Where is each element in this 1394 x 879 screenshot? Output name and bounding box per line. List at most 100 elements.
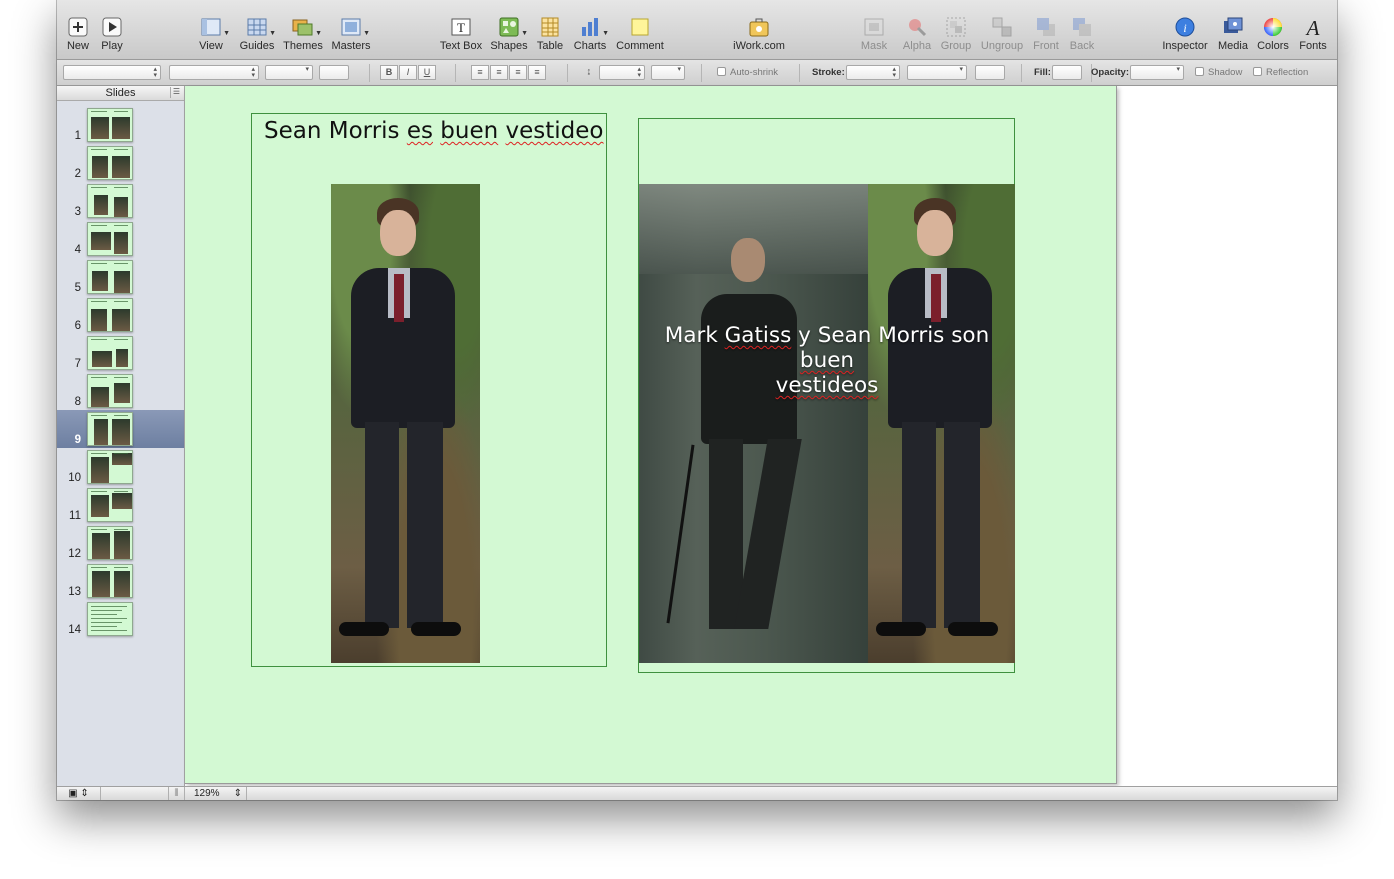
chevron-down-icon: ▼ xyxy=(315,30,322,37)
slide-thumbnail-10[interactable]: 10 xyxy=(57,448,184,486)
slide-thumbnail-13[interactable]: 13 xyxy=(57,562,184,600)
stroke-style-popup[interactable]: ▴ ▾ xyxy=(846,65,900,80)
zoom-popup[interactable]: 129% ⇕ xyxy=(185,787,247,800)
thumbnail-photo xyxy=(91,309,107,331)
caption-word-misspelled: buen xyxy=(799,348,855,373)
chevron-down-icon: ▼ xyxy=(602,30,609,37)
align-center-button[interactable]: ≡ xyxy=(490,65,508,80)
stroke-color-well[interactable] xyxy=(975,65,1005,80)
zoom-value: 129% xyxy=(194,788,220,799)
thumbnail-photo xyxy=(92,533,110,559)
right-text-placeholder[interactable]: Mark Gatiss y Sean Morris son buen vestid… xyxy=(638,118,1015,673)
justify-button[interactable]: ≡ xyxy=(528,65,546,80)
guides-icon: ▼ xyxy=(246,16,276,38)
iwork-button[interactable]: iWork.com xyxy=(731,16,787,52)
line-spacing-popup[interactable]: ▴ ▾ xyxy=(599,65,645,80)
slide-thumbnail-8[interactable]: 8 xyxy=(57,372,184,410)
stroke-width-popup[interactable]: ▾ xyxy=(907,65,967,80)
slide-number: 2 xyxy=(74,168,81,180)
photo-detail xyxy=(944,422,980,628)
view-options-popup[interactable]: ▣ ⇕ xyxy=(57,787,101,800)
auto-shrink-checkbox[interactable]: Auto-shrink xyxy=(717,67,778,78)
caption-word-misspelled: vestideos xyxy=(775,373,879,398)
underline-button[interactable]: U xyxy=(418,65,436,80)
shadow-label: Shadow xyxy=(1208,67,1243,78)
italic-button[interactable]: I xyxy=(399,65,417,80)
slide-number: 4 xyxy=(74,244,81,256)
masters-button[interactable]: ▼ Masters xyxy=(323,16,379,52)
slide-caption[interactable]: Mark Gatiss y Sean Morris son buen vestid… xyxy=(639,323,1015,398)
caption-text: y Sean Morris son xyxy=(791,323,990,348)
opacity-popup[interactable]: ▾ xyxy=(1130,65,1184,80)
comment-button[interactable]: Comment xyxy=(612,16,668,52)
chevron-down-icon: ▼ xyxy=(363,30,370,37)
slide-thumbnail-5[interactable]: 5 xyxy=(57,258,184,296)
navigator-menu-icon[interactable]: ☰ xyxy=(170,87,182,98)
comment-icon xyxy=(629,16,651,38)
photo-sean-morris-right[interactable] xyxy=(868,184,1015,663)
shapes-icon: ▼ xyxy=(498,16,528,38)
thumbnail-photo xyxy=(91,495,109,517)
slide-title[interactable]: Sean Morris es buen vestideo xyxy=(264,118,604,144)
back-button[interactable]: Back xyxy=(1054,16,1110,52)
group-icon xyxy=(945,16,967,38)
slide-thumbnail-9[interactable]: 9 xyxy=(57,410,184,448)
align-left-button[interactable]: ≡ xyxy=(471,65,489,80)
thumbnail-text xyxy=(91,263,107,264)
reflection-checkbox[interactable]: Reflection xyxy=(1253,67,1308,78)
thumbnail-photo xyxy=(91,232,111,250)
fill-color-well[interactable] xyxy=(1052,65,1082,80)
style-popup[interactable]: ▴ ▾ xyxy=(63,65,161,80)
photo-detail xyxy=(931,274,941,322)
photo-detail xyxy=(731,238,765,282)
bold-button[interactable]: B xyxy=(380,65,398,80)
title-word-misspelled: vestideo xyxy=(505,118,604,144)
status-bar: ▣ ⇕ ⦀ 129% ⇕ xyxy=(57,786,1337,800)
thumbnail-photo xyxy=(112,309,130,331)
slide-number: 8 xyxy=(74,396,81,408)
thumbnail-text xyxy=(114,415,128,416)
photo-detail xyxy=(339,622,389,636)
slide-thumbnail-11[interactable]: 11 xyxy=(57,486,184,524)
columns-popup[interactable]: ▾ xyxy=(651,65,685,80)
thumbnail-text xyxy=(91,149,107,150)
photo-detail xyxy=(948,622,998,636)
sidebar-resize-handle[interactable]: ⦀ xyxy=(169,787,185,800)
shadow-checkbox[interactable]: Shadow xyxy=(1195,67,1242,78)
slide-thumbnail-image xyxy=(87,374,133,408)
slide-thumbnail-12[interactable]: 12 xyxy=(57,524,184,562)
thumbnail-photo xyxy=(92,156,108,178)
photo-mark-gatiss[interactable] xyxy=(639,184,868,663)
checkbox-icon xyxy=(1253,67,1262,76)
slide-number: 10 xyxy=(68,472,81,484)
slide-thumbnail-image xyxy=(87,146,133,180)
slide-thumbnail-4[interactable]: 4 xyxy=(57,220,184,258)
thumbnail-photo xyxy=(114,571,130,597)
iwork-label: iWork.com xyxy=(733,40,785,52)
text-color-well[interactable] xyxy=(319,65,349,80)
slide-thumbnail-6[interactable]: 6 xyxy=(57,296,184,334)
fonts-button[interactable]: A Fonts xyxy=(1285,16,1337,52)
slide-thumbnail-2[interactable]: 2 xyxy=(57,144,184,182)
table-icon xyxy=(539,16,561,38)
slide-number: 6 xyxy=(74,320,81,332)
slide-thumbnail-1[interactable]: 1 xyxy=(57,106,184,144)
thumbnail-text xyxy=(114,149,128,150)
slide[interactable]: Sean Morris es buen vestideo Mark Gatiss… xyxy=(185,86,1117,784)
font-family-popup[interactable]: ▴ ▾ xyxy=(169,65,259,80)
title-word-misspelled: buen xyxy=(440,118,499,144)
font-size-popup[interactable]: ▾ xyxy=(265,65,313,80)
play-button[interactable]: Play xyxy=(84,16,140,52)
photo-detail xyxy=(365,422,399,628)
charts-button[interactable]: ▼ Charts xyxy=(562,16,618,52)
view-icon: ▼ xyxy=(200,16,230,38)
checkbox-icon xyxy=(717,67,726,76)
slide-thumbnail-14[interactable]: 14 xyxy=(57,600,184,638)
slide-thumbnail-3[interactable]: 3 xyxy=(57,182,184,220)
title-word: Sean Morris xyxy=(264,118,400,144)
thumbnail-photo xyxy=(94,419,108,445)
align-right-button[interactable]: ≡ xyxy=(509,65,527,80)
slide-thumbnail-7[interactable]: 7 xyxy=(57,334,184,372)
photo-sean-morris[interactable] xyxy=(331,184,480,663)
thumbnail-photo xyxy=(91,117,109,139)
